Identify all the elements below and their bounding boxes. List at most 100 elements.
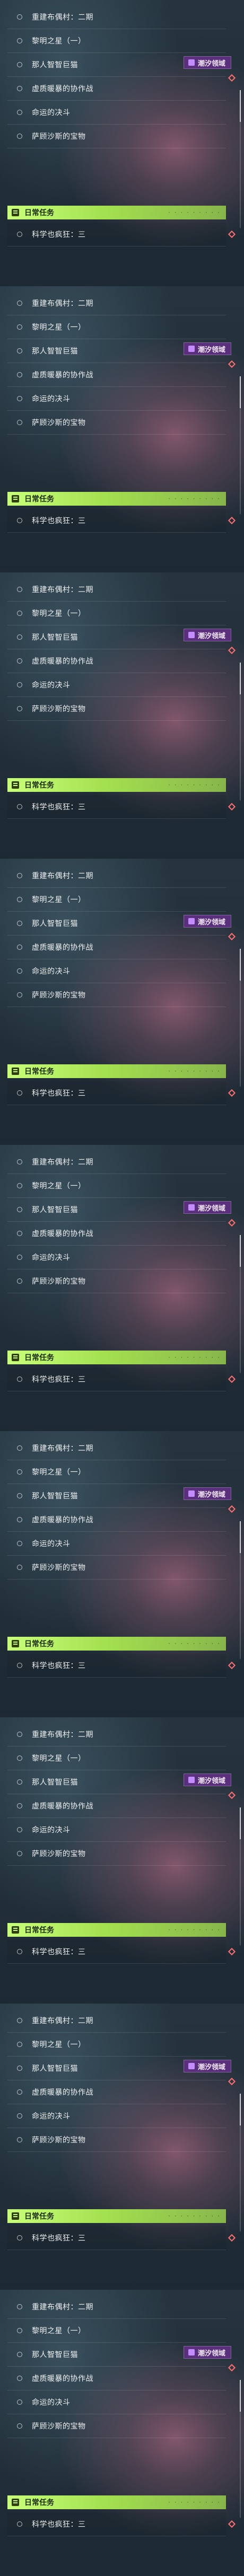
quest-row[interactable]: 虚质暖暴的协作战 [7,77,226,101]
daily-tasks-header[interactable]: 日常任务 · · · · · · · · · [7,1923,226,1937]
quest-row[interactable]: 萨顾沙斯的宝物 [7,411,226,435]
daily-tasks-header[interactable]: 日常任务 · · · · · · · · · [7,1064,226,1078]
quest-row[interactable]: 重建布偶村：二期 [7,1723,226,1746]
quest-row[interactable]: 黎明之星（一） [7,315,226,339]
quest-row[interactable]: 命运的决斗 [7,1532,226,1556]
event-badge[interactable]: 潮汐领域 [183,2346,231,2359]
radio-icon [17,420,22,425]
scrollbar-thumb[interactable] [240,1807,241,1839]
radio-icon [17,232,22,237]
daily-quest-row[interactable]: 科学也疯狂：三 [7,1368,226,1391]
event-badge[interactable]: 潮汐领域 [183,2060,231,2072]
quest-row[interactable]: 黎明之星（一） [7,2033,226,2057]
quest-row[interactable]: 命运的决斗 [7,2390,226,2414]
event-badge[interactable]: 潮汐领域 [183,915,231,928]
quest-title: 萨顾沙斯的宝物 [32,419,86,427]
radio-icon [17,1231,22,1236]
quest-row[interactable]: 黎明之星（一） [7,602,226,625]
scrollbar-thumb[interactable] [240,1235,241,1267]
quest-row[interactable]: 萨顾沙斯的宝物 [7,1269,226,1293]
quest-row[interactable]: 命运的决斗 [7,673,226,697]
quest-row[interactable]: 虚质暖暴的协作战 [7,936,226,959]
daily-quest-title: 科学也疯狂：三 [32,1089,86,1098]
quest-row[interactable]: 虚质暖暴的协作战 [7,1794,226,1818]
event-badge[interactable]: 潮汐领域 [183,629,231,641]
quest-row[interactable]: 命运的决斗 [7,959,226,983]
quest-title: 重建布偶村：二期 [32,872,93,880]
quest-row[interactable]: 重建布偶村：二期 [7,578,226,602]
quest-row[interactable]: 黎明之星（一） [7,1746,226,1770]
quest-row[interactable]: 虚质暖暴的协作战 [7,649,226,673]
scrollbar-thumb[interactable] [240,376,241,408]
quest-title: 命运的决斗 [32,967,71,976]
quest-row[interactable]: 命运的决斗 [7,1246,226,1269]
radio-icon [17,2521,22,2527]
scrollbar-thumb[interactable] [240,2094,241,2125]
daily-tasks-header[interactable]: 日常任务 · · · · · · · · · [7,1351,226,1364]
radio-icon [17,518,22,523]
daily-quest-row[interactable]: 科学也疯狂：三 [7,795,226,819]
radio-icon [17,968,22,974]
daily-tasks-title: 日常任务 [24,2212,54,2221]
quest-title: 黎明之星（一） [32,610,86,618]
daily-tasks-header[interactable]: 日常任务 · · · · · · · · · [7,206,226,219]
quest-title: 命运的决斗 [32,1540,71,1548]
quest-row[interactable]: 萨顾沙斯的宝物 [7,697,226,721]
quest-row[interactable]: 萨顾沙斯的宝物 [7,983,226,1007]
daily-tasks-header[interactable]: 日常任务 · · · · · · · · · [7,492,226,506]
quest-row[interactable]: 重建布偶村：二期 [7,5,226,29]
daily-tasks-header[interactable]: 日常任务 · · · · · · · · · [7,2209,226,2223]
quest-row[interactable]: 命运的决斗 [7,2104,226,2128]
daily-quest-row[interactable]: 科学也疯狂：三 [7,509,226,533]
event-badge[interactable]: 潮汐领域 [183,1487,231,1500]
quest-row[interactable]: 虚质暖暴的协作战 [7,2080,226,2104]
scrollbar-thumb[interactable] [240,2380,241,2412]
quest-row[interactable]: 虚质暖暴的协作战 [7,363,226,387]
quest-title: 黎明之星（一） [32,2327,86,2335]
quest-row[interactable]: 虚质暖暴的协作战 [7,1222,226,1246]
daily-quest-row[interactable]: 科学也疯狂：三 [7,2512,226,2536]
event-badge[interactable]: 潮汐领域 [183,1774,231,1786]
quest-row[interactable]: 黎明之星（一） [7,1174,226,1198]
quest-row[interactable]: 重建布偶村：二期 [7,292,226,315]
radio-icon [17,1469,22,1475]
quest-row[interactable]: 萨顾沙斯的宝物 [7,2414,226,2438]
quest-row[interactable]: 黎明之星（一） [7,888,226,912]
event-badge[interactable]: 潮汐领域 [183,1201,231,1214]
quest-row[interactable]: 黎明之星（一） [7,1460,226,1484]
quest-title: 萨顾沙斯的宝物 [32,2136,86,2145]
quest-row[interactable]: 萨顾沙斯的宝物 [7,1556,226,1580]
daily-quest-row[interactable]: 科学也疯狂：三 [7,1654,226,1678]
event-badge-label: 潮汐领域 [197,2349,225,2358]
daily-quest-row[interactable]: 科学也疯狂：三 [7,1940,226,1964]
quest-row[interactable]: 虚质暖暴的协作战 [7,1508,226,1532]
quest-row[interactable]: 命运的决斗 [7,1818,226,1842]
scrollbar-thumb[interactable] [240,949,241,981]
quest-row[interactable]: 重建布偶村：二期 [7,2295,226,2319]
daily-quest-row[interactable]: 科学也疯狂：三 [7,2226,226,2250]
quest-row[interactable]: 虚质暖暴的协作战 [7,2367,226,2390]
event-badge-label: 潮汐领域 [197,632,225,640]
daily-tasks-header[interactable]: 日常任务 · · · · · · · · · [7,2495,226,2509]
quest-row[interactable]: 萨顾沙斯的宝物 [7,125,226,148]
daily-quest-row[interactable]: 科学也疯狂：三 [7,1081,226,1105]
daily-quest-title: 科学也疯狂：三 [32,2520,86,2529]
quest-row[interactable]: 重建布偶村：二期 [7,2009,226,2033]
quest-row[interactable]: 命运的决斗 [7,387,226,411]
quest-row[interactable]: 重建布偶村：二期 [7,864,226,888]
event-badge[interactable]: 潮汐领域 [183,342,231,355]
quest-row[interactable]: 重建布偶村：二期 [7,1436,226,1460]
event-badge[interactable]: 潮汐领域 [183,56,231,69]
quest-row[interactable]: 萨顾沙斯的宝物 [7,1842,226,1866]
daily-tasks-header[interactable]: 日常任务 · · · · · · · · · [7,1637,226,1651]
daily-tasks-header[interactable]: 日常任务 · · · · · · · · · [7,778,226,792]
quest-row[interactable]: 黎明之星（一） [7,29,226,53]
daily-quest-row[interactable]: 科学也疯狂：三 [7,223,226,246]
quest-row[interactable]: 黎明之星（一） [7,2319,226,2343]
scrollbar-thumb[interactable] [240,663,241,694]
quest-row[interactable]: 命运的决斗 [7,101,226,125]
quest-row[interactable]: 萨顾沙斯的宝物 [7,2128,226,2152]
quest-row[interactable]: 重建布偶村：二期 [7,1150,226,1174]
scrollbar-thumb[interactable] [240,90,241,122]
scrollbar-thumb[interactable] [240,1521,241,1553]
